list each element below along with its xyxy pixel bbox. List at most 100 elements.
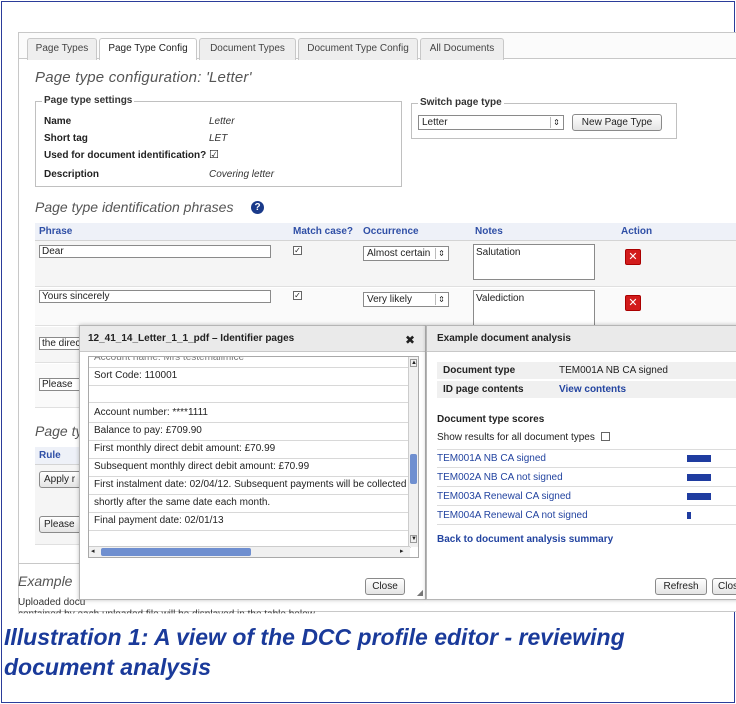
score-row[interactable]: TEM003A Renewal CA signed bbox=[437, 488, 736, 506]
select-arrow-icon: ⇕ bbox=[435, 248, 447, 259]
notes-textarea[interactable]: Salutation bbox=[473, 244, 595, 280]
dialog1-title: 12_41_14_Letter_1_1_pdf – Identifier pag… bbox=[80, 326, 425, 352]
delete-icon[interactable]: ✕ bbox=[625, 249, 641, 265]
text-line: First instalment date: 02/04/12. Subsequ… bbox=[89, 476, 411, 495]
page-title: Page type configuration: 'Letter' bbox=[35, 69, 252, 86]
score-bar bbox=[687, 493, 711, 500]
header-rule: Rule bbox=[39, 450, 61, 461]
example-title: Example bbox=[18, 573, 73, 589]
dialog1-close-button[interactable]: Close bbox=[365, 578, 405, 595]
id-page-label: ID page contents bbox=[443, 384, 524, 395]
close-icon[interactable]: ✖ bbox=[405, 333, 415, 347]
text-line: Final payment date: 02/01/13 bbox=[89, 512, 411, 531]
score-name: TEM004A Renewal CA not signed bbox=[437, 510, 588, 521]
identifier-pages-scroll[interactable]: Account name: Mrs testemailmice Sort Cod… bbox=[88, 356, 419, 558]
scores-title: Document type scores bbox=[437, 414, 545, 425]
help-icon[interactable]: ? bbox=[251, 201, 264, 214]
used-checkbox[interactable]: ☑ bbox=[209, 148, 219, 161]
score-bar bbox=[687, 455, 711, 462]
short-tag-value: LET bbox=[209, 133, 228, 144]
text-line: First monthly direct debit amount: £70.9… bbox=[89, 440, 411, 459]
header-occurrence: Occurrence bbox=[363, 226, 419, 237]
dialog2-title: Example document analysis bbox=[427, 326, 736, 352]
back-to-summary-link[interactable]: Back to document analysis summary bbox=[437, 534, 613, 545]
document-analysis-dialog: Example document analysis Document type … bbox=[426, 325, 736, 600]
text-line: Subsequent monthly direct debit amount: … bbox=[89, 458, 411, 477]
refresh-button[interactable]: Refresh bbox=[655, 578, 707, 595]
header-notes: Notes bbox=[475, 226, 503, 237]
dialog2-close-button[interactable]: Clos bbox=[712, 578, 736, 595]
score-bar bbox=[687, 512, 691, 519]
description-label: Description bbox=[44, 169, 100, 180]
score-name: TEM002A NB CA not signed bbox=[437, 472, 563, 483]
text-line: Account number: ****1111 bbox=[89, 404, 411, 423]
match-case-checkbox[interactable]: ✓ bbox=[293, 291, 302, 300]
new-page-type-button[interactable]: New Page Type bbox=[572, 114, 662, 131]
score-row[interactable]: TEM001A NB CA signed bbox=[437, 450, 736, 468]
switch-legend: Switch page type bbox=[418, 97, 504, 108]
phrase-input[interactable]: Dear bbox=[39, 245, 271, 258]
view-contents-link[interactable]: View contents bbox=[559, 381, 626, 399]
text-line bbox=[89, 385, 411, 403]
figure-caption: Illustration 1: A view of the DCC profil… bbox=[4, 624, 625, 680]
dialog1-title-text: 12_41_14_Letter_1_1_pdf – Identifier pag… bbox=[88, 333, 295, 344]
id-page-row: ID page contents View contents bbox=[437, 381, 736, 399]
tab-all-documents[interactable]: All Documents bbox=[420, 38, 504, 60]
tab-page-type-config[interactable]: Page Type Config bbox=[99, 38, 197, 60]
doc-type-row: Document type TEM001A NB CA signed bbox=[437, 362, 736, 380]
short-tag-label: Short tag bbox=[44, 133, 88, 144]
occurrence-select[interactable]: Almost certain ⇕ bbox=[363, 246, 449, 261]
resize-handle-icon[interactable]: ◢ bbox=[417, 588, 423, 597]
tab-document-type-config[interactable]: Document Type Config bbox=[298, 38, 418, 60]
occurrence-selected: Very likely bbox=[367, 294, 413, 305]
switch-page-type: Switch page type Letter ⇕ New Page Type bbox=[411, 97, 677, 139]
scroll-right-icon[interactable]: ▸ bbox=[400, 548, 408, 556]
phrases-title-text: Page type identification phrases bbox=[35, 199, 234, 215]
header-action: Action bbox=[621, 226, 653, 237]
phrases-table-header: Phrase Match case? Occurrence Notes Acti… bbox=[35, 223, 736, 241]
score-row[interactable]: TEM002A NB CA not signed bbox=[437, 469, 736, 487]
vertical-scrollbar[interactable]: ▲ ▼ bbox=[408, 357, 418, 547]
header-match-case: Match case? bbox=[293, 226, 354, 237]
scroll-down-icon[interactable]: ▼ bbox=[410, 535, 417, 543]
text-line: shortly after the same date each month. bbox=[89, 494, 411, 513]
doc-type-label: Document type bbox=[443, 365, 516, 376]
scroll-thumb[interactable] bbox=[410, 454, 417, 484]
tab-document-types[interactable]: Document Types bbox=[199, 38, 296, 60]
phrase-input[interactable]: Yours sincerely bbox=[39, 290, 271, 303]
match-case-checkbox[interactable]: ✓ bbox=[293, 246, 302, 255]
page-type-select[interactable]: Letter ⇕ bbox=[418, 115, 564, 130]
show-all-label: Show results for all document types bbox=[437, 432, 595, 443]
tab-page-types[interactable]: Page Types bbox=[27, 38, 97, 60]
page-type-settings: Page type settings Name Letter Short tag… bbox=[35, 95, 402, 187]
score-bar bbox=[687, 474, 711, 481]
rules-title: Page ty bbox=[35, 423, 83, 439]
doc-type-value: TEM001A NB CA signed bbox=[559, 365, 668, 376]
occurrence-selected: Almost certain bbox=[367, 248, 431, 259]
text-line: Balance to pay: £709.90 bbox=[89, 422, 411, 441]
select-arrow-icon: ⇕ bbox=[435, 294, 447, 305]
score-row[interactable]: TEM004A Renewal CA not signed bbox=[437, 507, 736, 525]
scroll-up-icon[interactable]: ▲ bbox=[410, 359, 417, 367]
scroll-left-icon[interactable]: ◂ bbox=[91, 548, 99, 556]
hscroll-thumb[interactable] bbox=[101, 548, 251, 556]
occurrence-select[interactable]: Very likely ⇕ bbox=[363, 292, 449, 307]
score-name: TEM003A Renewal CA signed bbox=[437, 491, 571, 502]
text-line: Sort Code: 110001 bbox=[89, 367, 411, 386]
used-label: Used for document identification? bbox=[44, 150, 207, 161]
header-phrase: Phrase bbox=[39, 226, 73, 237]
tab-bar: Page Types Page Type Config Document Typ… bbox=[19, 33, 736, 60]
page-type-selected: Letter bbox=[422, 117, 448, 128]
delete-icon[interactable]: ✕ bbox=[625, 295, 641, 311]
description-value: Covering letter bbox=[209, 169, 275, 180]
horizontal-scrollbar[interactable]: ◂ ▸ bbox=[89, 546, 410, 557]
notes-textarea[interactable]: Valediction bbox=[473, 290, 595, 326]
name-value: Letter bbox=[209, 116, 235, 127]
phrases-title: Page type identification phrases bbox=[35, 199, 233, 215]
show-all-row: Show results for all document types bbox=[437, 431, 610, 443]
show-all-checkbox[interactable] bbox=[600, 432, 610, 441]
name-label: Name bbox=[44, 116, 72, 127]
select-arrow-icon: ⇕ bbox=[550, 117, 562, 128]
example-text-1: Uploaded docu bbox=[18, 597, 86, 608]
score-name: TEM001A NB CA signed bbox=[437, 453, 546, 464]
